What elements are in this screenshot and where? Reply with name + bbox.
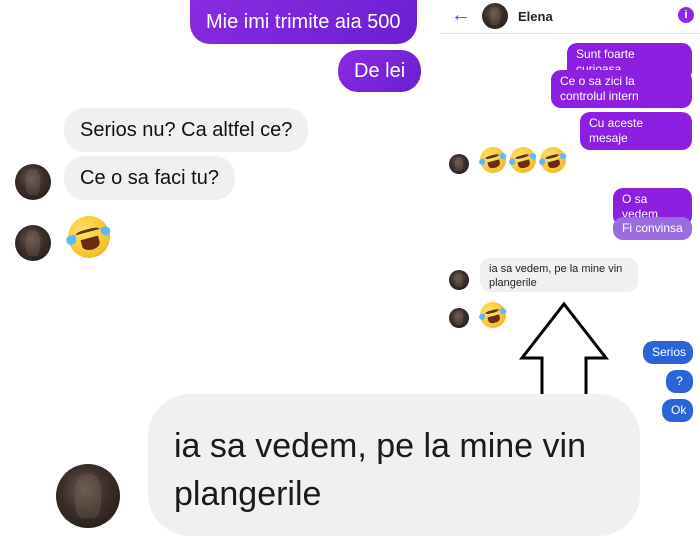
message-bubble-received: Serios nu? Ca altfel ce?: [64, 108, 309, 152]
message-bubble-sent: De lei: [338, 50, 422, 92]
contact-name[interactable]: Elena: [518, 9, 553, 24]
laughing-emoji-icon: [477, 299, 509, 331]
avatar[interactable]: [15, 164, 51, 200]
message-bubble-sent: Cu aceste mesaje: [580, 112, 692, 150]
laughing-emoji-icon: [477, 144, 509, 176]
message-bubble-sent: Mie imi trimite aia 500: [190, 0, 417, 44]
laughing-emoji-icon: [537, 144, 569, 176]
message-bubble-sent: Serios: [643, 341, 693, 364]
laughing-emoji-icon: [507, 144, 539, 176]
chat-header: ← Elena i: [440, 0, 700, 34]
message-bubble-sent: Fi convinsa: [613, 217, 692, 240]
message-bubble-received: ia sa vedem, pe la mine vin plangerile: [148, 394, 640, 536]
message-bubble-received: Ce o sa faci tu?: [64, 156, 235, 200]
message-bubble-received: ia sa vedem, pe la mine vin plangerile: [480, 258, 638, 292]
avatar[interactable]: [449, 154, 469, 174]
contact-avatar[interactable]: [482, 3, 508, 29]
avatar[interactable]: [15, 225, 51, 261]
info-icon[interactable]: i: [678, 7, 694, 23]
back-arrow-icon[interactable]: ←: [451, 4, 471, 27]
message-bubble-sent: Ce o sa zici la controlul intern: [551, 70, 692, 108]
laughing-emoji-icon: [63, 211, 115, 263]
message-bubble-sent: Ok: [662, 399, 693, 422]
avatar[interactable]: [56, 464, 120, 528]
message-bubble-sent: ?: [666, 370, 693, 393]
avatar[interactable]: [449, 308, 469, 328]
avatar[interactable]: [449, 270, 469, 290]
